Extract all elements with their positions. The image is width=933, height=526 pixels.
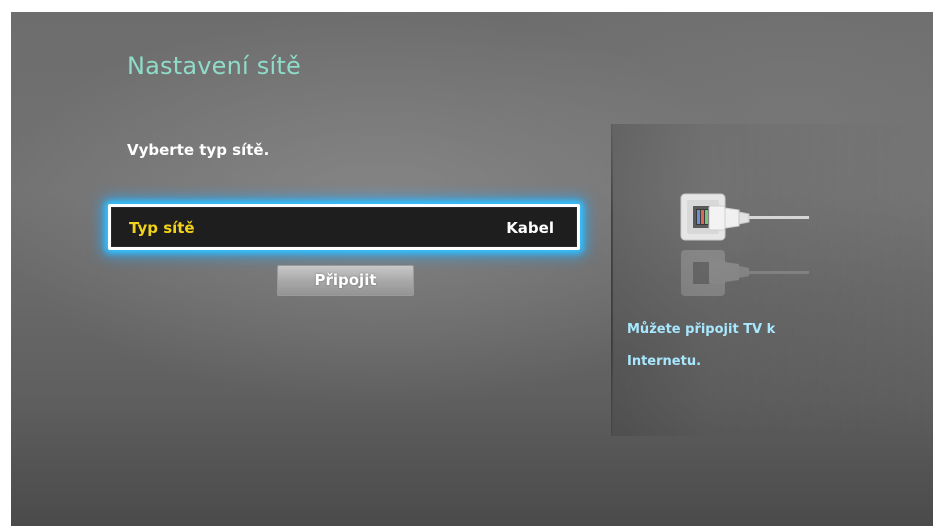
- network-type-selector[interactable]: Typ sítě Kabel: [108, 204, 580, 250]
- page-title: Nastavení sítě: [127, 52, 301, 80]
- tv-screen: Nastavení sítě Vyberte typ sítě. Typ sít…: [11, 12, 933, 526]
- help-text-line-1: Můžete připojit TV k: [627, 322, 776, 337]
- ethernet-cable-icon: [680, 193, 809, 241]
- connect-button[interactable]: Připojit: [277, 265, 414, 296]
- help-panel-divider: [611, 124, 613, 436]
- network-type-value: Kabel: [506, 219, 554, 237]
- help-text-line-2: Internetu.: [627, 354, 702, 369]
- ethernet-cable-reflection: [681, 250, 809, 296]
- instruction-text: Vyberte typ sítě.: [127, 141, 270, 159]
- network-type-label: Typ sítě: [129, 219, 195, 237]
- help-text: Můžete připojit TV k Internetu.: [627, 314, 907, 378]
